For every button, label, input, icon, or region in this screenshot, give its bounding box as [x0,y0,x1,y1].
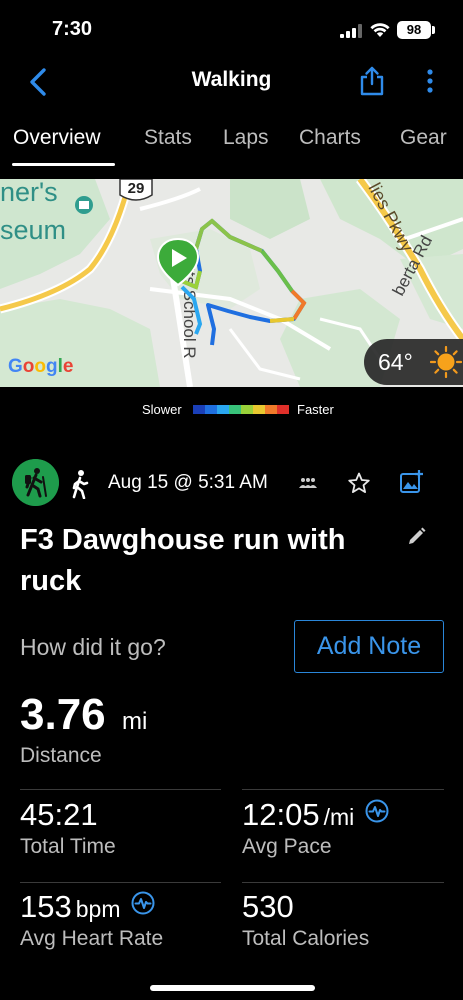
divider [20,882,221,883]
activity-date: Aug 15 @ 5:31 AM [108,472,268,493]
cellular-signal-icon [340,24,362,38]
distance-value: 3.76 [20,690,106,739]
nav-bar: Walking [0,60,463,104]
activity-header: Aug 15 @ 5:31 AM [0,459,463,509]
battery-indicator: 98 [397,21,431,39]
avg-pace-label: Avg Pace [242,835,332,858]
stat-avg-heart-rate: 153 bpm Avg Heart Rate [20,889,163,951]
group-icon[interactable] [298,477,318,489]
how-did-it-go-label: How did it go? [20,634,166,660]
avg-pace-value: 12:05 [242,797,320,832]
status-bar: 7:30 98 [0,0,463,60]
sun-icon [430,346,462,378]
legend-color-swatch [277,405,289,414]
legend-color-swatch [253,405,265,414]
page-title: Walking [191,68,272,91]
total-time-label: Total Time [20,835,116,858]
legend-color-swatch [217,405,229,414]
heart-rate-insight-icon[interactable] [131,891,155,915]
legend-color-swatch [205,405,217,414]
stat-total-calories: 530 Total Calories [242,889,369,951]
route-map[interactable]: 29 tts School R lies Pkwy berta Rd ner's… [0,179,463,387]
route-number-label: 29 [128,180,145,197]
home-indicator[interactable] [150,985,315,991]
back-chevron-icon[interactable] [24,66,54,98]
favorite-star-icon[interactable] [347,471,371,495]
activity-title: F3 Dawghouse run with ruck [20,524,346,597]
legend-color-swatch [229,405,241,414]
edit-pencil-icon[interactable] [407,526,427,546]
legend-color-swatch [265,405,277,414]
legend-slower-label: Slower [142,402,182,417]
legend-faster-label: Faster [297,402,334,417]
hiking-icon[interactable] [12,459,59,506]
pace-insight-icon[interactable] [365,799,389,823]
avg-hr-label: Avg Heart Rate [20,927,164,950]
calories-value: 530 [242,889,294,924]
tab-charts[interactable]: Charts [299,126,361,150]
divider [242,882,444,883]
pace-color-scale [193,405,289,414]
add-photo-icon[interactable] [399,469,423,495]
stat-total-time: 45:21 Total Time [20,797,116,859]
tab-bar: Overview Stats Laps Charts Gear [0,118,463,166]
avg-pace-unit: /mi [323,804,355,830]
museum-label-line2: seum [0,215,67,245]
temperature-value: 64° [378,349,413,375]
tab-overview[interactable]: Overview [13,126,101,150]
distance-unit: mi [122,708,148,735]
legend-color-swatch [241,405,253,414]
weather-pill[interactable]: 64° [364,339,463,385]
distance-label: Distance [20,744,102,767]
legend-color-swatch [193,405,205,414]
museum-label-line1: ner's [0,179,58,207]
walking-icon [72,470,89,499]
share-icon[interactable] [359,66,385,96]
tab-gear[interactable]: Gear [400,126,447,150]
more-options-icon[interactable] [420,66,440,96]
pace-legend: Slower Faster [0,400,463,420]
avg-hr-unit: bpm [75,896,121,922]
stat-avg-pace: 12:05/mi Avg Pace [242,797,389,859]
wifi-icon [370,23,390,37]
tab-laps[interactable]: Laps [223,126,269,150]
add-note-button[interactable]: Add Note [294,620,444,673]
divider [242,789,444,790]
avg-hr-value: 153 [20,889,72,924]
battery-tip [432,26,435,34]
tab-stats[interactable]: Stats [144,126,192,150]
google-attribution-logo: Google [8,356,74,377]
status-time: 7:30 [52,18,93,40]
total-time-value: 45:21 [20,797,98,832]
calories-label: Total Calories [242,927,370,950]
active-tab-indicator [12,163,115,166]
divider [20,789,221,790]
